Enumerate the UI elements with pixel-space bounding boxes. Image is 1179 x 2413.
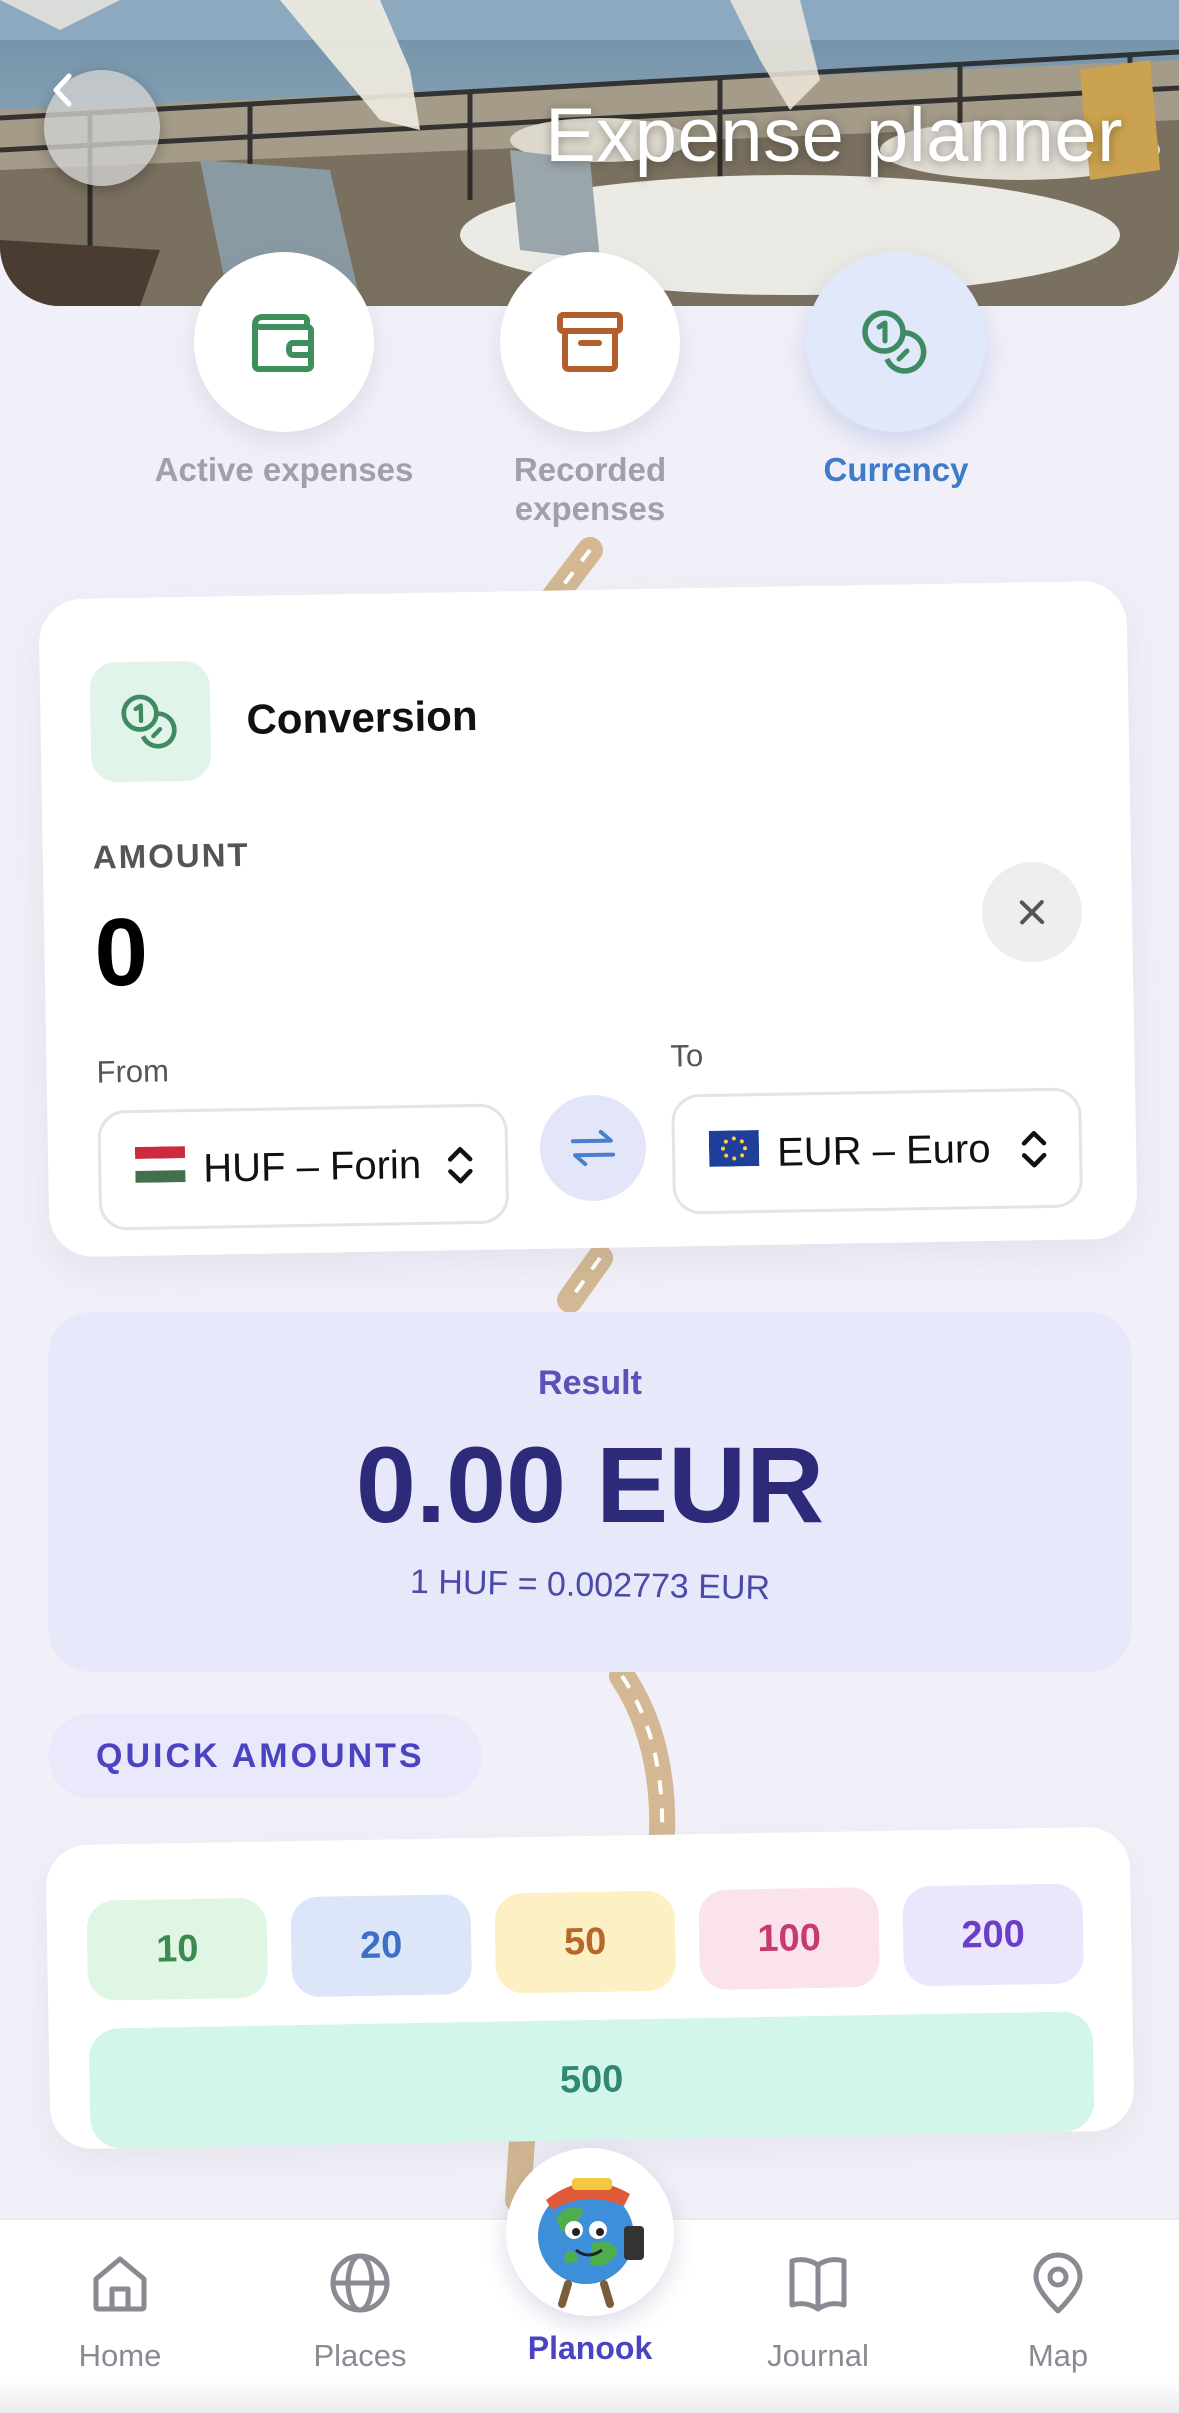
amount-input[interactable]: 0 — [94, 898, 149, 1009]
quick-amount-10[interactable]: 10 — [86, 1897, 269, 2001]
from-currency-value: HUF – Forin — [202, 1142, 422, 1191]
nav-label: Map — [1027, 2338, 1089, 2373]
chevron-up-down-icon — [447, 1147, 473, 1184]
quick-amount-200[interactable]: 200 — [902, 1883, 1084, 1987]
quick-amounts-heading: QUICK AMOUNTS — [48, 1714, 482, 1798]
mode-currency[interactable]: Currency — [806, 252, 986, 489]
mode-label: Recorded expenses — [513, 451, 667, 527]
swap-currencies-button[interactable] — [539, 1094, 647, 1202]
chevron-left-icon — [53, 73, 72, 107]
nav-home[interactable]: Home — [20, 2246, 220, 2374]
coins-icon — [862, 310, 927, 374]
chevron-up-down-icon — [1021, 1131, 1047, 1168]
close-icon — [1019, 900, 1045, 925]
nav-label: Places — [313, 2338, 407, 2373]
conversion-card: Conversion AMOUNT 0 From HUF – Forin To … — [38, 580, 1138, 1258]
mode-active-expenses[interactable]: Active expenses — [155, 252, 413, 489]
coins-icon — [121, 694, 177, 749]
book-icon — [789, 2257, 847, 2312]
globe-icon — [330, 2253, 390, 2313]
nav-planook[interactable]: Planook — [488, 2148, 692, 2367]
to-label: To — [670, 1038, 704, 1074]
home-icon — [93, 2256, 147, 2312]
nav-label: Journal — [767, 2338, 869, 2373]
from-currency-select[interactable]: HUF – Forin — [97, 1103, 510, 1231]
nav-journal[interactable]: Journal — [718, 2246, 918, 2374]
quick-amount-500[interactable]: 500 — [88, 2011, 1095, 2149]
to-currency-value: EUR – Euro — [776, 1126, 991, 1175]
mode-label: Active expenses — [154, 451, 414, 488]
nav-map[interactable]: Map — [958, 2246, 1158, 2374]
conversion-icon-tile — [89, 660, 212, 783]
archive-box-icon — [557, 312, 623, 372]
home-indicator-area — [0, 2380, 1179, 2413]
map-pin-icon — [1033, 2252, 1083, 2314]
quick-amount-100[interactable]: 100 — [698, 1886, 881, 1991]
nav-label: Planook — [527, 2330, 653, 2366]
planook-mascot-avatar — [506, 2148, 674, 2316]
nav-label: Home — [78, 2338, 162, 2373]
nav-places[interactable]: Places — [260, 2246, 460, 2374]
quick-amounts-card: 10 20 50 100 200 500 — [45, 1826, 1135, 2150]
amount-label: AMOUNT — [92, 835, 250, 876]
mode-recorded-expenses[interactable]: Recorded expenses — [500, 252, 680, 528]
quick-amount-50[interactable]: 50 — [494, 1890, 677, 1994]
to-currency-select[interactable]: EUR – Euro — [671, 1087, 1084, 1215]
result-value: 0.00 EUR — [355, 1424, 825, 1545]
conversion-title: Conversion — [246, 691, 478, 743]
clear-amount-button[interactable] — [981, 861, 1083, 964]
from-label: From — [96, 1053, 170, 1090]
exchange-rate: 1 HUF = 0.002773 EUR — [409, 1562, 771, 1608]
eu-flag-icon — [708, 1130, 760, 1177]
mode-circle — [194, 252, 374, 432]
wallet-icon — [252, 314, 314, 372]
swap-arrows-icon — [570, 1129, 616, 1167]
result-label: Result — [538, 1364, 642, 1402]
mode-circle — [806, 252, 986, 432]
mode-label: Currency — [823, 451, 969, 488]
mode-circle — [500, 252, 680, 432]
page-title: Expense planner — [545, 93, 1123, 178]
back-button[interactable] — [44, 70, 160, 186]
quick-amount-20[interactable]: 20 — [290, 1894, 473, 1998]
result-panel: Result 0.00 EUR 1 HUF = 0.002773 EUR — [48, 1312, 1132, 1672]
hungary-flag-icon — [134, 1146, 186, 1193]
